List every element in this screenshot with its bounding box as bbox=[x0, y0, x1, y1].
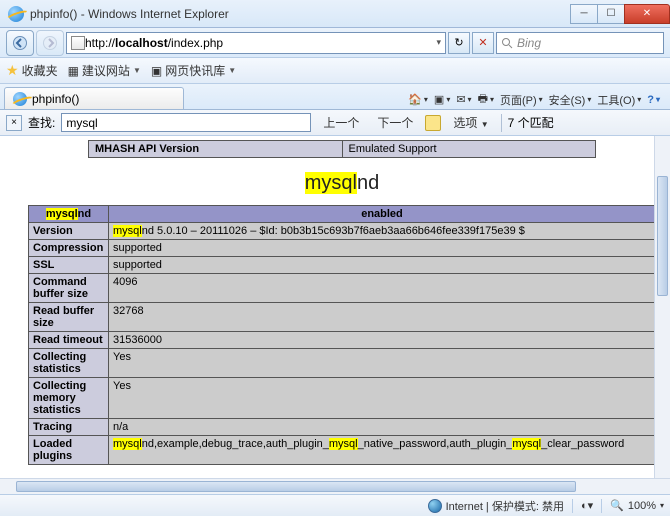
minimize-button[interactable]: ─ bbox=[570, 4, 598, 24]
tab-phpinfo[interactable]: phpinfo() bbox=[4, 87, 184, 109]
ie-icon bbox=[8, 6, 24, 22]
row-key: Read buffer size bbox=[29, 303, 109, 332]
find-prev-button[interactable]: 上一个 bbox=[317, 112, 365, 133]
home-button[interactable]: 🏠▾ bbox=[408, 93, 428, 106]
row-key: SSL bbox=[29, 257, 109, 274]
row-value: 31536000 bbox=[109, 332, 656, 349]
close-button[interactable]: ✕ bbox=[624, 4, 670, 24]
ie-icon bbox=[13, 92, 27, 106]
vertical-scrollbar[interactable] bbox=[654, 136, 670, 478]
suggested-sites[interactable]: ▦建议网站▼ bbox=[68, 62, 141, 79]
tools-menu[interactable]: 工具(O)▾ bbox=[597, 92, 641, 108]
chevron-down-icon: ▼ bbox=[228, 66, 236, 75]
table-row: Loaded pluginsmysqlnd,example,debug_trac… bbox=[29, 436, 656, 465]
find-close-button[interactable]: × bbox=[6, 115, 22, 131]
horizontal-scrollbar[interactable] bbox=[0, 478, 670, 494]
row-value: mysqlnd,example,debug_trace,auth_plugin_… bbox=[109, 436, 656, 465]
window-titlebar: phpinfo() - Windows Internet Explorer ─ … bbox=[0, 0, 670, 28]
table-row: Collecting statisticsYes bbox=[29, 349, 656, 378]
col-header-enabled: enabled bbox=[109, 206, 656, 223]
chevron-down-icon: ▼ bbox=[481, 120, 489, 129]
col-header-name: mysqlnd bbox=[29, 206, 109, 223]
row-value: mysqlnd 5.0.10 – 20111026 – $Id: b0b3b15… bbox=[109, 223, 656, 240]
mhash-key: MHASH API Version bbox=[89, 141, 343, 158]
table-row: Versionmysqlnd 5.0.10 – 20111026 – $Id: … bbox=[29, 223, 656, 240]
separator bbox=[501, 114, 502, 132]
row-value: supported bbox=[109, 257, 656, 274]
table-row: Read buffer size32768 bbox=[29, 303, 656, 332]
stop-button[interactable]: ✕ bbox=[472, 32, 494, 54]
table-row: Command buffer size4096 bbox=[29, 274, 656, 303]
row-value: Yes bbox=[109, 378, 656, 419]
row-value: 4096 bbox=[109, 274, 656, 303]
search-placeholder: Bing bbox=[517, 36, 541, 50]
section-heading: mysqlnd bbox=[28, 172, 656, 195]
page-menu[interactable]: 页面(P)▾ bbox=[500, 92, 543, 108]
row-key: Command buffer size bbox=[29, 274, 109, 303]
row-key: Collecting statistics bbox=[29, 349, 109, 378]
table-row: Collecting memory statisticsYes bbox=[29, 378, 656, 419]
chevron-down-icon: ▼ bbox=[133, 66, 141, 75]
web-slices[interactable]: ▣网页快讯库▼ bbox=[151, 62, 236, 79]
mhash-val: Emulated Support bbox=[342, 141, 596, 158]
table-row: Compressionsupported bbox=[29, 240, 656, 257]
row-key: Collecting memory statistics bbox=[29, 378, 109, 419]
back-button[interactable] bbox=[6, 30, 34, 56]
nav-bar: http://localhost/index.php ▾ ↻ ✕ Bing bbox=[0, 28, 670, 58]
tab-bar: phpinfo() 🏠▾ ▣▾ ✉▾ 🖶▾ 页面(P)▾ 安全(S)▾ 工具(O… bbox=[0, 84, 670, 110]
forward-button[interactable] bbox=[36, 30, 64, 56]
safety-menu[interactable]: 安全(S)▾ bbox=[549, 92, 592, 108]
find-bar: × 查找: 上一个 下一个 选项 ▼ 7 个匹配 bbox=[0, 110, 670, 136]
refresh-button[interactable]: ↻ bbox=[448, 32, 470, 54]
status-icons[interactable]: ◐▾ bbox=[581, 499, 593, 512]
row-value: Yes bbox=[109, 349, 656, 378]
find-next-button[interactable]: 下一个 bbox=[371, 112, 419, 133]
row-key: Version bbox=[29, 223, 109, 240]
find-input[interactable] bbox=[61, 113, 311, 132]
addr-dropdown-icon[interactable]: ▾ bbox=[436, 37, 441, 48]
favorites-button[interactable]: ★收藏夹 bbox=[6, 62, 58, 79]
row-key: Read timeout bbox=[29, 332, 109, 349]
row-key: Compression bbox=[29, 240, 109, 257]
page-fav-icon bbox=[71, 36, 85, 50]
mhash-table: MHASH API Version Emulated Support bbox=[88, 140, 596, 158]
find-options-button[interactable]: 选项 ▼ bbox=[447, 112, 494, 133]
help-button[interactable]: ?▾ bbox=[647, 94, 660, 106]
row-key: Loaded plugins bbox=[29, 436, 109, 465]
globe-icon bbox=[428, 499, 442, 513]
highlight-icon[interactable] bbox=[425, 115, 441, 131]
table-row: Tracingn/a bbox=[29, 419, 656, 436]
find-label: 查找: bbox=[28, 114, 55, 131]
star-icon: ★ bbox=[6, 62, 19, 79]
scroll-thumb[interactable] bbox=[657, 176, 668, 296]
favorites-bar: ★收藏夹 ▦建议网站▼ ▣网页快讯库▼ bbox=[0, 58, 670, 84]
table-row: SSLsupported bbox=[29, 257, 656, 274]
window-buttons: ─ ☐ ✕ bbox=[571, 4, 670, 24]
mysqlnd-table: mysqlnd enabled Versionmysqlnd 5.0.10 – … bbox=[28, 205, 656, 465]
window-title: phpinfo() - Windows Internet Explorer bbox=[30, 7, 571, 21]
table-row: Read timeout31536000 bbox=[29, 332, 656, 349]
find-match-count: 7 个匹配 bbox=[508, 114, 554, 131]
scroll-thumb[interactable] bbox=[16, 481, 576, 492]
search-box[interactable]: Bing bbox=[496, 32, 664, 54]
page-content: MHASH API Version Emulated Support mysql… bbox=[0, 136, 670, 478]
address-bar[interactable]: http://localhost/index.php ▾ bbox=[66, 32, 446, 54]
zoom-pane[interactable]: 🔍 100% ▾ bbox=[610, 499, 664, 512]
row-value: n/a bbox=[109, 419, 656, 436]
status-bar: Internet | 保护模式: 禁用 ◐▾ 🔍 100% ▾ bbox=[0, 494, 670, 516]
feeds-button[interactable]: ▣▾ bbox=[434, 93, 450, 106]
sites-icon: ▦ bbox=[68, 64, 79, 78]
mail-button[interactable]: ✉▾ bbox=[456, 93, 471, 106]
row-value: supported bbox=[109, 240, 656, 257]
maximize-button[interactable]: ☐ bbox=[597, 4, 625, 24]
search-icon bbox=[501, 37, 513, 49]
tab-title: phpinfo() bbox=[32, 92, 79, 106]
url-text: http://localhost/index.php bbox=[85, 36, 223, 50]
row-key: Tracing bbox=[29, 419, 109, 436]
print-button[interactable]: 🖶▾ bbox=[478, 90, 494, 109]
command-bar: 🏠▾ ▣▾ ✉▾ 🖶▾ 页面(P)▾ 安全(S)▾ 工具(O)▾ ?▾ bbox=[408, 90, 666, 109]
row-value: 32768 bbox=[109, 303, 656, 332]
feed-icon: ▣ bbox=[151, 64, 162, 78]
